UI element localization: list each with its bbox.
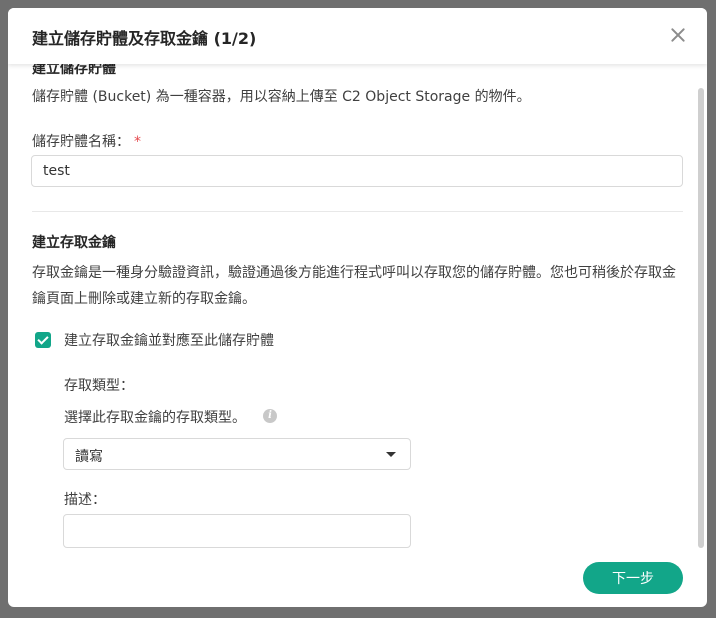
section-divider <box>32 211 683 212</box>
dialog-header: 建立儲存貯體及存取金鑰 (1/2) <box>8 8 707 64</box>
access-key-description: 存取金鑰是一種身分驗證資訊，驗證通過後方能進行程式呼叫以存取您的儲存貯體。您也可… <box>32 265 676 307</box>
bucket-description: 儲存貯體 (Bucket) 為一種容器，用以容納上傳至 C2 Object St… <box>32 89 531 105</box>
create-bucket-dialog: 建立儲存貯體 儲存貯體 (Bucket) 為一種容器，用以容納上傳至 C2 Ob… <box>8 8 707 607</box>
bucket-name-label: 儲存貯體名稱： * <box>32 131 141 151</box>
create-access-key-checkbox-label[interactable]: 建立存取金鑰並對應至此儲存貯體 <box>64 330 274 350</box>
access-type-hint: 選擇此存取金鑰的存取類型。 <box>64 410 246 426</box>
create-access-key-checkbox[interactable] <box>35 332 51 348</box>
bucket-name-label-text: 儲存貯體名稱： <box>32 134 130 150</box>
info-icon[interactable]: i <box>263 409 277 423</box>
required-asterisk: * <box>134 134 141 150</box>
access-key-section-title: 建立存取金鑰 <box>32 235 116 251</box>
next-step-button[interactable]: 下一步 <box>583 562 683 594</box>
access-type-select[interactable]: 讀寫 <box>63 438 411 470</box>
dialog-title: 建立儲存貯體及存取金鑰 (1/2) <box>32 29 257 48</box>
bucket-name-input[interactable] <box>31 155 683 187</box>
access-type-label: 存取類型： <box>64 378 134 394</box>
scrollbar[interactable] <box>698 88 704 548</box>
description-input[interactable] <box>63 514 411 548</box>
access-type-selected-value: 讀寫 <box>75 449 103 465</box>
caret-down-icon <box>386 452 396 457</box>
description-label: 描述： <box>64 492 106 508</box>
dialog-body[interactable]: 建立儲存貯體 儲存貯體 (Bucket) 為一種容器，用以容納上傳至 C2 Ob… <box>8 8 707 607</box>
close-icon[interactable] <box>669 26 687 44</box>
